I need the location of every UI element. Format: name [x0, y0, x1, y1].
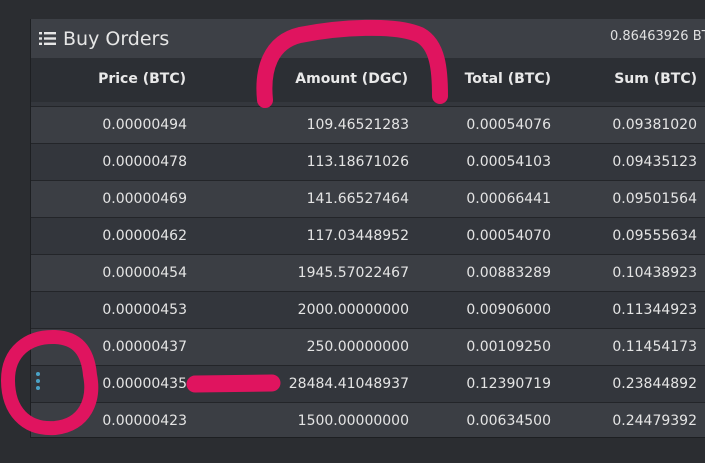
cell-total: 0.00054070 [466, 228, 551, 244]
cell-price: 0.00000435 [102, 376, 187, 392]
cell-sum: 0.23844892 [612, 376, 697, 392]
drag-handle-icon[interactable] [35, 372, 41, 390]
cell-sum: 0.09435123 [612, 154, 697, 170]
table-row[interactable]: 0.00000469 141.66527464 0.00066441 0.095015… [31, 180, 705, 217]
cell-amount: 117.03448952 [306, 228, 409, 244]
table-row[interactable]: 0.00000478 113.18671026 0.00054103 0.094351… [31, 143, 705, 180]
panel-header: Buy Orders 0.86463926 BT [31, 19, 705, 58]
cell-price: 0.00000462 [102, 228, 187, 244]
cell-total: 0.12390719 [466, 376, 551, 392]
cell-sum: 0.11344923 [612, 302, 697, 318]
cell-sum: 0.09555634 [612, 228, 697, 244]
cell-price: 0.00000454 [102, 265, 187, 281]
cell-sum: 0.09501564 [612, 191, 697, 207]
cell-price: 0.00000469 [102, 191, 187, 207]
cell-total: 0.00634500 [466, 413, 551, 429]
cell-sum: 0.24479392 [612, 413, 697, 429]
cell-amount: 28484.41048937 [288, 376, 409, 392]
column-header-sum[interactable]: Sum (BTC) [551, 58, 697, 100]
buy-orders-panel: Buy Orders 0.86463926 BT Price (BTC) Amo… [30, 19, 705, 438]
column-header-total[interactable]: Total (BTC) [409, 58, 551, 100]
screen: Buy Orders 0.86463926 BT Price (BTC) Amo… [0, 0, 705, 463]
table-row[interactable]: 0.00000494 109.46521283 0.00054076 0.093810… [31, 106, 705, 143]
cell-amount: 250.00000000 [306, 339, 409, 355]
cell-total: 0.00109250 [466, 339, 551, 355]
cell-price: 0.00000478 [102, 154, 187, 170]
table-row[interactable]: 0.00000454 1945.57022467 0.00883289 0.10438… [31, 254, 705, 291]
column-header-amount[interactable]: Amount (DGC) [187, 58, 408, 100]
cell-amount: 2000.00000000 [297, 302, 409, 318]
cell-total: 0.00054076 [466, 117, 551, 133]
cell-amount: 113.18671026 [306, 154, 409, 170]
table-row[interactable]: 0.00000453 2000.00000000 0.00906000 0.11344… [31, 291, 705, 328]
cell-sum: 0.09381020 [612, 117, 697, 133]
order-rows: 0.00000494 109.46521283 0.00054076 0.093810… [31, 106, 705, 437]
table-row[interactable]: 0.00000423 1500.00000000 0.00634500 0.24479… [31, 402, 705, 437]
table-row[interactable]: 0.00000435 28484.41048937 0.12390719 0.2384… [31, 365, 705, 402]
cell-total: 0.00906000 [466, 302, 551, 318]
cell-sum: 0.10438923 [612, 265, 697, 281]
cell-price: 0.00000437 [102, 339, 187, 355]
cell-price: 0.00000423 [102, 413, 187, 429]
cell-sum: 0.11454173 [612, 339, 697, 355]
cell-price: 0.00000494 [102, 117, 187, 133]
cell-total: 0.00066441 [466, 191, 551, 207]
cell-amount: 109.46521283 [306, 117, 409, 133]
cell-amount: 1500.00000000 [297, 413, 409, 429]
cell-total: 0.00054103 [466, 154, 551, 170]
cell-price: 0.00000453 [102, 302, 187, 318]
cell-amount: 1945.57022467 [297, 265, 409, 281]
cell-total: 0.00883289 [466, 265, 551, 281]
table-header: Price (BTC) Amount (DGC) Total (BTC) Sum… [31, 58, 705, 103]
list-icon [39, 32, 56, 45]
column-header-price[interactable]: Price (BTC) [31, 58, 186, 100]
cell-amount: 141.66527464 [306, 191, 409, 207]
table-row[interactable]: 0.00000462 117.03448952 0.00054070 0.095556… [31, 217, 705, 254]
panel-title-text: Buy Orders [63, 27, 170, 50]
table-row[interactable]: 0.00000437 250.00000000 0.00109250 0.114541… [31, 328, 705, 365]
panel-total: 0.86463926 BT [610, 29, 705, 44]
panel-title: Buy Orders [39, 19, 169, 58]
